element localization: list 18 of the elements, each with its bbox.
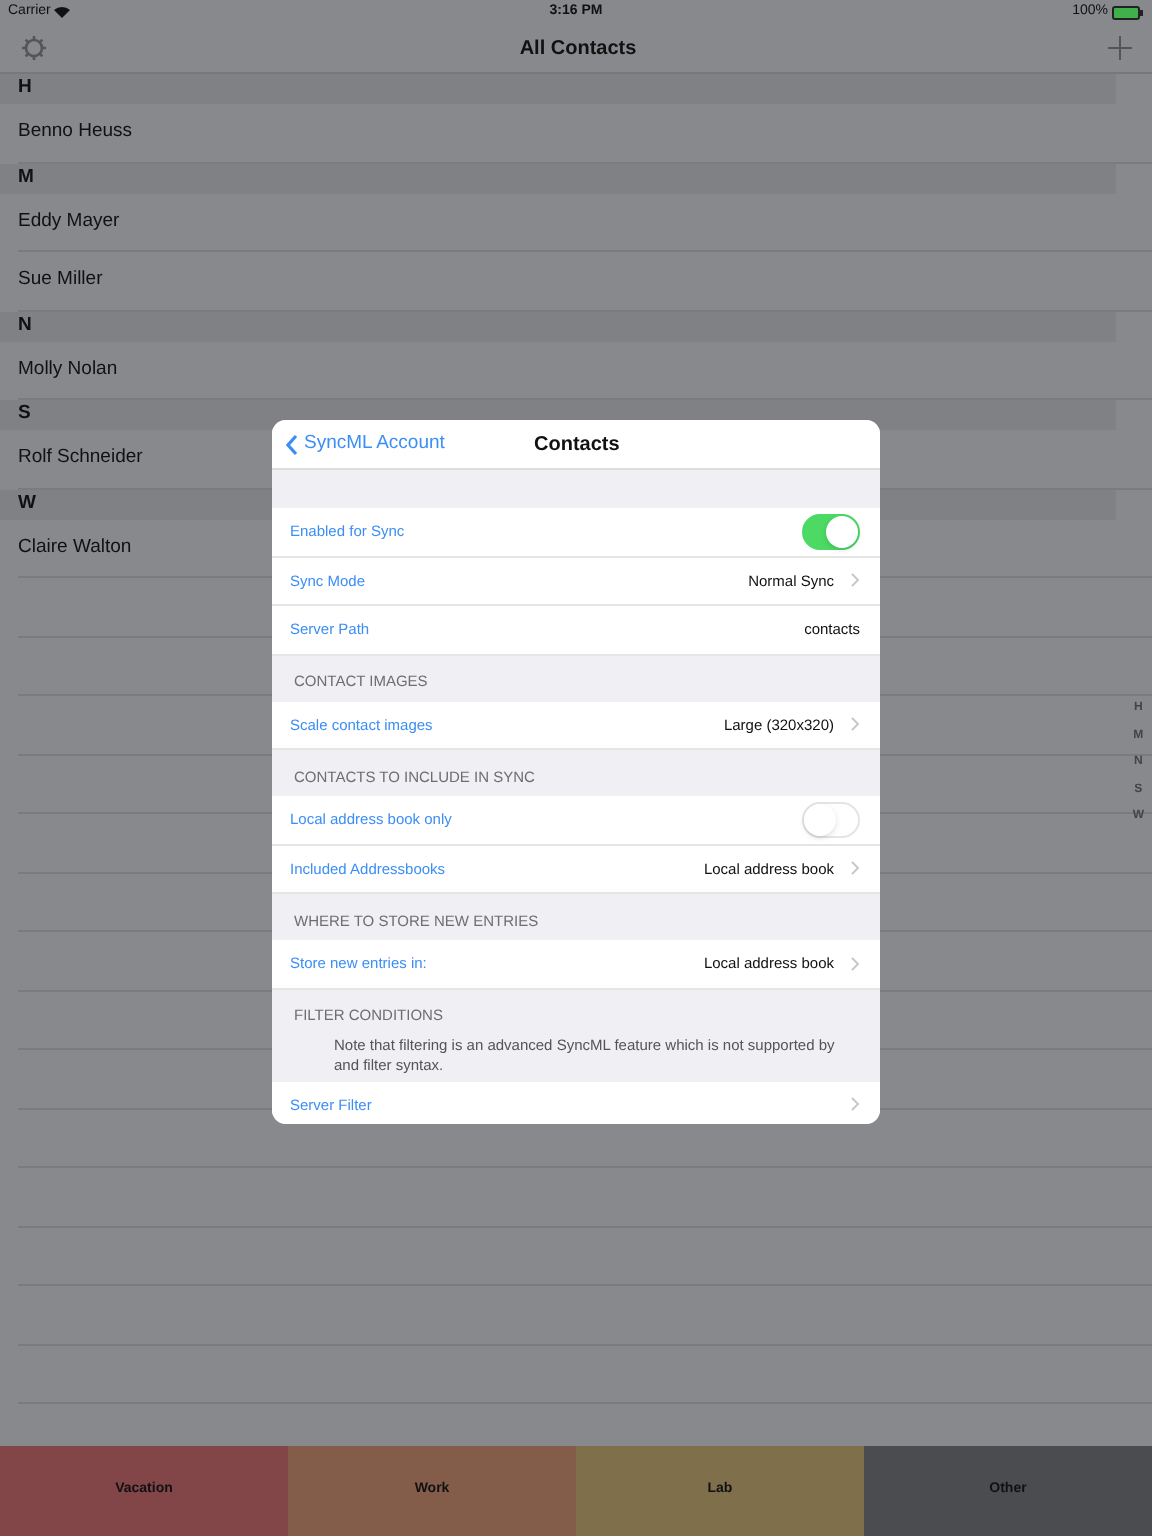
- back-chevron-icon: [286, 433, 298, 455]
- chevron-icon: [850, 716, 860, 733]
- section-header: N: [0, 311, 1116, 341]
- settings-icon[interactable]: [20, 34, 48, 62]
- chevron-icon: [850, 955, 860, 972]
- wifi-icon: [54, 6, 71, 18]
- nav-title: All Contacts: [517, 35, 639, 63]
- back-button[interactable]: SyncML Account: [272, 429, 445, 459]
- chevron-icon: [850, 860, 860, 877]
- toggle-switch[interactable]: [802, 513, 860, 550]
- chevron-icon: [850, 572, 860, 589]
- section-header: M: [0, 163, 1116, 193]
- battery-icon: [1112, 5, 1144, 19]
- section-header: H: [0, 74, 1116, 104]
- dialog-title: Contacts: [534, 431, 620, 459]
- contact-row[interactable]: Eddy Mayer: [18, 193, 1152, 252]
- chevron-icon: [850, 1096, 860, 1113]
- add-icon[interactable]: [1108, 36, 1132, 60]
